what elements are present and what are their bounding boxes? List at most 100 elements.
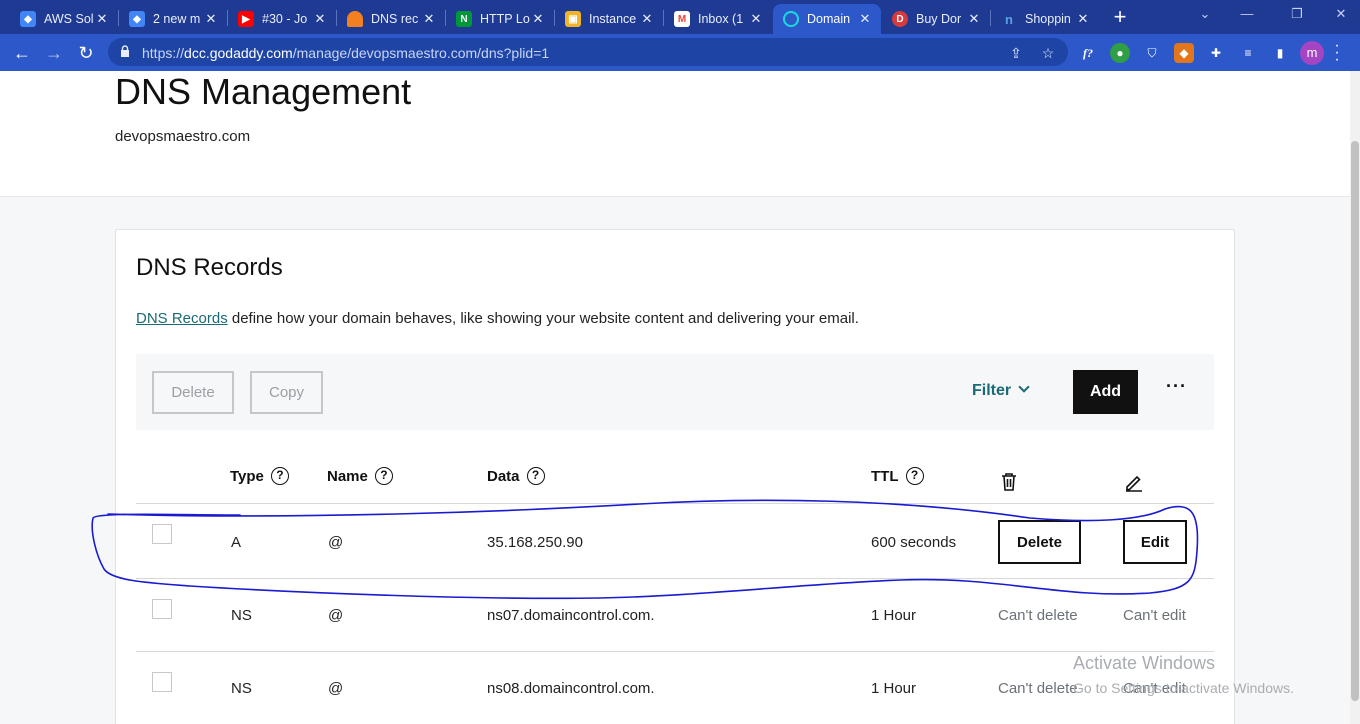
- row-checkbox[interactable]: [152, 599, 172, 619]
- help-icon[interactable]: ?: [526, 467, 545, 485]
- table-row: NS @ ns07.domaincontrol.com. 1 Hour Can'…: [136, 579, 1214, 652]
- close-icon[interactable]: ✕: [203, 11, 219, 27]
- url-text: https://dcc.godaddy.com/manage/devopsmae…: [142, 45, 550, 61]
- close-icon[interactable]: ✕: [857, 11, 873, 27]
- browser-tab[interactable]: ▶ #30 - Jo ✕: [228, 4, 336, 34]
- close-icon[interactable]: ✕: [530, 11, 546, 27]
- scrollbar-thumb[interactable]: [1351, 141, 1359, 701]
- record-name: @: [328, 607, 344, 624]
- dynadot-icon: D: [892, 11, 908, 27]
- metamask-extension-icon[interactable]: ◆: [1174, 43, 1194, 63]
- reload-button[interactable]: ↻: [73, 40, 99, 66]
- bulk-copy-button[interactable]: Copy: [250, 371, 323, 414]
- column-name: Name?: [327, 467, 393, 485]
- forward-button[interactable]: →: [41, 40, 67, 66]
- bookmark-star-icon[interactable]: ☆: [1038, 43, 1058, 63]
- domain-name: devopsmaestro.com: [115, 128, 251, 145]
- restore-button[interactable]: ❐: [1282, 6, 1312, 26]
- youtube-icon: ▶: [238, 11, 254, 27]
- row-checkbox[interactable]: [152, 524, 172, 544]
- address-bar[interactable]: https://dcc.godaddy.com/manage/devopsmae…: [108, 38, 1068, 66]
- record-name: @: [328, 680, 344, 697]
- help-icon[interactable]: ?: [374, 467, 393, 485]
- tab-title: Shoppin: [1025, 12, 1071, 26]
- record-data: 35.168.250.90: [487, 534, 583, 551]
- delete-record-button[interactable]: Delete: [998, 520, 1081, 564]
- tab-title: #30 - Jo: [262, 12, 308, 26]
- browser-tab[interactable]: N HTTP Lo ✕: [446, 4, 554, 34]
- tab-title: Buy Dor: [916, 12, 962, 26]
- help-icon[interactable]: ?: [270, 467, 289, 485]
- browser-tab[interactable]: D Buy Dor ✕: [882, 4, 990, 34]
- close-icon[interactable]: ✕: [639, 11, 655, 27]
- profile-avatar[interactable]: m: [1300, 41, 1324, 65]
- namecheap-icon: n: [1005, 11, 1013, 27]
- close-icon[interactable]: ✕: [1075, 11, 1091, 27]
- minimize-button[interactable]: —: [1232, 6, 1262, 26]
- row-checkbox[interactable]: [152, 672, 172, 692]
- close-icon[interactable]: ✕: [748, 11, 764, 27]
- browser-toolbar: ← → ↻ https://dcc.godaddy.com/manage/dev…: [0, 34, 1360, 71]
- aws-box-icon: ▣: [565, 11, 581, 27]
- google-cloud-icon: ◆: [129, 11, 145, 27]
- record-ttl: 1 Hour: [871, 607, 917, 624]
- browser-tab[interactable]: ◆ AWS Sol ✕: [10, 4, 118, 34]
- browser-tab[interactable]: n Shoppin ✕: [991, 4, 1099, 34]
- activate-windows-watermark: Activate Windows Go to Settings to activ…: [1073, 653, 1294, 696]
- record-type: NS: [231, 680, 252, 697]
- media-queue-icon[interactable]: ≡: [1238, 43, 1258, 63]
- record-type: A: [231, 534, 242, 551]
- page-viewport: DNS Management devopsmaestro.com DNS Rec…: [0, 71, 1350, 724]
- browser-tab[interactable]: ◆ 2 new m ✕: [119, 4, 227, 34]
- shield-extension-icon[interactable]: ⛉: [1142, 43, 1162, 63]
- browser-tab[interactable]: M Inbox (1 ✕: [664, 4, 772, 34]
- side-panel-icon[interactable]: ▮: [1270, 43, 1290, 63]
- globe-extension-icon[interactable]: ●: [1110, 43, 1130, 63]
- browser-tab[interactable]: ▣ Instance ✕: [555, 4, 663, 34]
- tab-title: AWS Sol: [44, 12, 94, 26]
- close-icon[interactable]: ✕: [94, 11, 110, 27]
- table-header: Type? Name? Data? TTL?: [136, 442, 1214, 504]
- close-icon[interactable]: ✕: [421, 11, 437, 27]
- close-window-button[interactable]: ✕: [1326, 6, 1356, 26]
- nginx-icon: N: [456, 11, 472, 27]
- column-ttl: TTL?: [871, 467, 924, 485]
- new-tab-button[interactable]: +: [1108, 6, 1132, 30]
- trash-icon: [1002, 473, 1016, 491]
- tab-title: Inbox (1: [698, 12, 744, 26]
- share-icon[interactable]: ⇪: [1006, 43, 1026, 63]
- record-ttl: 600 seconds: [871, 534, 957, 551]
- section-title: DNS Records: [136, 254, 283, 281]
- cant-delete-label: Can't delete: [998, 680, 1078, 697]
- table-row: NS @ ns08.domaincontrol.com. 1 Hour Can'…: [136, 652, 1214, 724]
- add-record-button[interactable]: Add: [1073, 370, 1138, 414]
- record-data: ns08.domaincontrol.com.: [487, 680, 655, 697]
- tab-search-icon[interactable]: ⌄: [1190, 6, 1220, 26]
- tab-title: 2 new m: [153, 12, 201, 26]
- dns-records-link[interactable]: DNS Records: [136, 310, 228, 327]
- page-scrollbar[interactable]: [1350, 71, 1360, 724]
- tab-title: DNS rec: [371, 12, 419, 26]
- filter-button[interactable]: Filter: [972, 381, 1030, 400]
- records-action-bar: Delete Copy Filter Add ···: [136, 354, 1214, 430]
- cant-edit-label: Can't edit: [1123, 607, 1186, 624]
- record-data: ns07.domaincontrol.com.: [487, 607, 655, 624]
- puzzle-extensions-icon[interactable]: ✚: [1206, 43, 1226, 63]
- browser-menu-icon[interactable]: · · ·: [1332, 38, 1342, 68]
- close-icon[interactable]: ✕: [966, 11, 982, 27]
- intro-text: DNS Records define how your domain behav…: [136, 310, 859, 327]
- back-button[interactable]: ←: [9, 40, 35, 66]
- google-cloud-icon: ◆: [20, 11, 36, 27]
- browser-tab[interactable]: DNS rec ✕: [337, 4, 445, 34]
- formula-extension-icon[interactable]: f?: [1078, 43, 1098, 63]
- browser-tab-active[interactable]: Domain ✕: [773, 4, 881, 34]
- bulk-delete-button[interactable]: Delete: [152, 371, 234, 414]
- tab-title: HTTP Lo: [480, 12, 530, 26]
- godaddy-icon: [783, 11, 799, 27]
- more-options-icon[interactable]: ···: [1166, 376, 1187, 397]
- close-icon[interactable]: ✕: [312, 11, 328, 27]
- page-header: DNS Management devopsmaestro.com: [0, 71, 1350, 197]
- help-icon[interactable]: ?: [905, 467, 924, 485]
- edit-record-button[interactable]: Edit: [1123, 520, 1187, 564]
- dns-records-card: DNS Records DNS Records define how your …: [115, 229, 1235, 724]
